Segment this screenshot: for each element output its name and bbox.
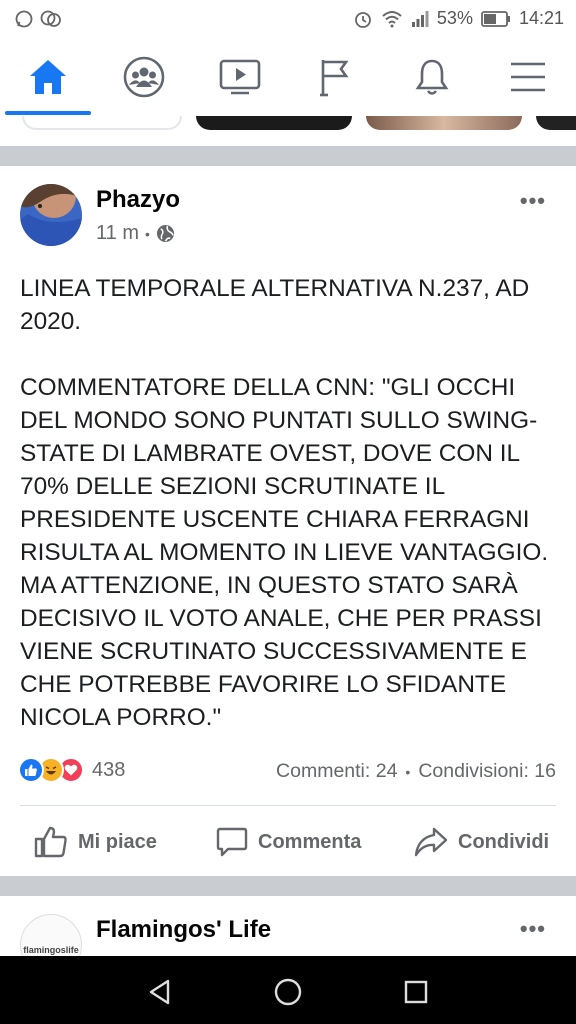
watch-icon	[219, 59, 261, 95]
post-options-button[interactable]: •••	[520, 188, 546, 214]
notifications-icon	[415, 59, 449, 95]
share-button[interactable]: Condividi	[414, 824, 549, 860]
story-card[interactable]	[536, 116, 576, 130]
like-button[interactable]: Mi piace	[34, 824, 157, 860]
system-navigation-bar	[0, 956, 576, 1024]
actions-divider	[20, 805, 556, 806]
groups-icon	[123, 56, 165, 98]
meta-separator: •	[144, 225, 150, 242]
clock: 14:21	[518, 8, 564, 28]
comment-button[interactable]: Commenta	[216, 824, 361, 860]
stats-separator: •	[405, 764, 411, 780]
messenger-icon	[40, 10, 61, 27]
back-button[interactable]	[142, 974, 178, 1010]
battery-percent: 53%	[436, 8, 473, 28]
comment-icon	[216, 827, 248, 857]
nav-groups[interactable]	[119, 54, 169, 100]
next-post-author[interactable]: Flamingos' Life	[96, 916, 271, 944]
thumbs-up-icon	[34, 826, 67, 858]
avatar[interactable]	[20, 184, 82, 246]
next-post-options-button[interactable]: •••	[520, 916, 546, 942]
post-meta: 11 m •	[96, 222, 175, 245]
comments-count[interactable]: Commenti: 24	[276, 760, 397, 784]
home-circle-icon	[274, 978, 302, 1006]
post-time[interactable]: 11 m	[96, 222, 139, 245]
share-label: Condividi	[458, 830, 550, 853]
feed-separator	[0, 146, 576, 166]
nav-notifications[interactable]	[407, 54, 457, 100]
nav-home[interactable]	[23, 54, 73, 100]
reactions-count: 438	[92, 758, 126, 781]
next-post-card	[0, 896, 576, 956]
post-text: LINEA TEMPORALE ALTERNATIVA N.237, AD 20…	[20, 275, 549, 731]
page-avatar-logo: flamingoslife	[23, 945, 79, 955]
story-card[interactable]	[196, 116, 352, 130]
like-reaction-icon	[18, 757, 44, 783]
status-bar: 53% 14:21	[0, 0, 576, 40]
pages-icon	[320, 60, 349, 97]
nav-watch[interactable]	[215, 54, 265, 100]
post-author[interactable]: Phazyo	[96, 186, 180, 214]
stories-strip[interactable]	[0, 116, 576, 146]
menu-icon	[511, 62, 545, 92]
top-nav	[0, 40, 576, 116]
like-label: Mi piace	[78, 830, 157, 853]
story-card[interactable]	[366, 116, 522, 130]
globe-icon	[156, 224, 174, 243]
nav-menu[interactable]	[503, 54, 553, 100]
back-icon	[149, 979, 170, 1005]
wifi-icon	[382, 10, 402, 27]
story-card[interactable]	[22, 116, 182, 130]
signal-icon	[411, 10, 429, 27]
whatsapp-icon	[15, 10, 33, 28]
home-icon	[30, 60, 66, 94]
home-system-button[interactable]	[270, 974, 306, 1010]
shares-count[interactable]: Condivisioni: 16	[418, 760, 556, 784]
post-stats: Commenti: 24 • Condivisioni: 16	[276, 760, 556, 784]
share-icon	[414, 827, 448, 857]
alarm-icon	[355, 11, 371, 28]
recents-button[interactable]	[398, 974, 434, 1010]
reactions-summary[interactable]: 438	[18, 757, 125, 783]
battery-icon	[481, 10, 510, 27]
nav-pages[interactable]	[311, 54, 361, 100]
active-tab-indicator	[5, 111, 91, 115]
comment-label: Commenta	[258, 830, 362, 853]
feed-separator	[0, 876, 576, 896]
recents-icon	[404, 980, 428, 1004]
